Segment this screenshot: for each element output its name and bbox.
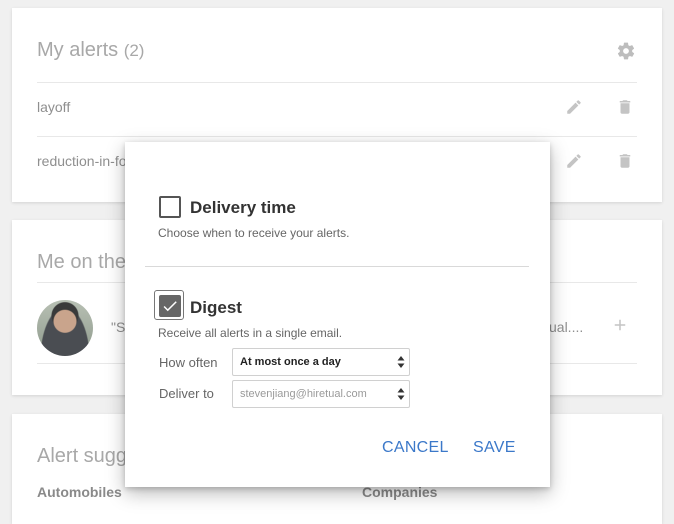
select-arrows-icon [397, 387, 405, 406]
delivery-time-checkbox[interactable] [159, 196, 181, 218]
quote-text-start: "S [111, 319, 126, 335]
select-arrows-icon [397, 355, 405, 374]
delivery-time-subtitle: Choose when to receive your alerts. [158, 226, 350, 240]
how-often-label: How often [159, 355, 218, 370]
alerts-count: (2) [123, 41, 145, 60]
how-often-value: At most once a day [240, 356, 341, 368]
divider [37, 82, 637, 83]
divider [145, 266, 529, 267]
quote-text-tail: ual.... [549, 319, 584, 335]
save-button[interactable]: SAVE [473, 439, 516, 457]
avatar [37, 300, 93, 356]
gear-icon[interactable] [616, 41, 636, 61]
delivery-time-title: Delivery time [190, 198, 296, 217]
me-card-title: Me on the [37, 251, 126, 273]
delivery-settings-modal: Delivery time Choose when to receive you… [125, 142, 550, 487]
pencil-icon[interactable] [565, 152, 583, 170]
check-icon [163, 301, 177, 312]
my-alerts-title-text: My alerts [37, 39, 119, 61]
suggestion-category[interactable]: Automobiles [37, 484, 122, 500]
suggestions-title: Alert sugg [37, 445, 128, 467]
plus-icon[interactable] [611, 316, 629, 334]
divider [37, 136, 637, 137]
alert-label[interactable]: layoff [37, 99, 70, 115]
deliver-to-label: Deliver to [159, 386, 214, 401]
deliver-to-value: stevenjiang@hiretual.com [240, 388, 367, 400]
trash-icon[interactable] [616, 98, 634, 116]
cancel-button[interactable]: CANCEL [382, 439, 449, 457]
digest-checkbox[interactable] [159, 295, 181, 317]
pencil-icon[interactable] [565, 98, 583, 116]
deliver-to-select[interactable]: stevenjiang@hiretual.com [232, 380, 410, 408]
trash-icon[interactable] [616, 152, 634, 170]
alert-label[interactable]: reduction-in-fo [37, 153, 127, 169]
digest-title: Digest [190, 298, 242, 317]
my-alerts-title: My alerts (2) [37, 39, 144, 62]
how-often-select[interactable]: At most once a day [232, 348, 410, 376]
digest-subtitle: Receive all alerts in a single email. [158, 326, 343, 340]
